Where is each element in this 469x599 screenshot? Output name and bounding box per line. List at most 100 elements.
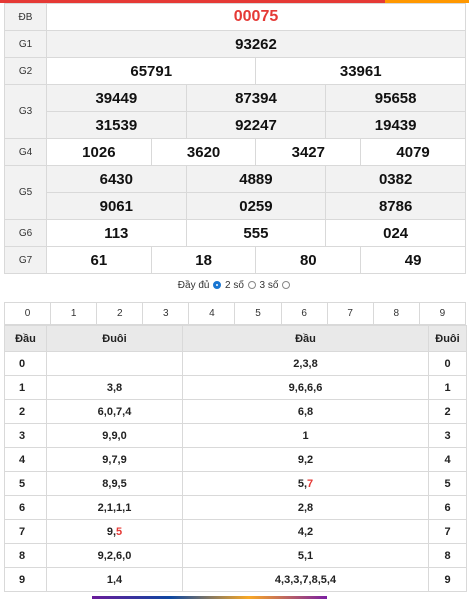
digit-filter-7[interactable]: 7: [326, 302, 374, 325]
table-row: 8 9,2,6,0 5,1 8: [4, 543, 467, 568]
dau-values: 2,3,8: [182, 351, 429, 376]
special-prize-value: 00075: [46, 3, 466, 31]
digit-filter-2[interactable]: 2: [96, 302, 144, 325]
row-digit-right: 5: [428, 471, 467, 496]
row-g5-b: 9061 0259 8786: [5, 192, 466, 220]
prize-label-g3: G3: [4, 84, 47, 139]
duoi-values: 6,0,7,4: [46, 399, 183, 424]
g3-value-1: 39449: [46, 84, 187, 112]
g1-value: 93262: [46, 30, 466, 58]
row-digit-right: 3: [428, 423, 467, 448]
row-digit-right: 0: [428, 351, 467, 376]
g7-value-3: 80: [255, 246, 362, 274]
row-g2: G2 65791 33961: [4, 57, 466, 85]
header-duoi-right: Đuôi: [428, 325, 467, 352]
radio-two[interactable]: [247, 281, 256, 289]
g2-value-2: 33961: [255, 57, 466, 85]
digit-filter-6[interactable]: 6: [280, 302, 328, 325]
row-g5-a: G5 6430 4889 0382: [4, 165, 466, 220]
option-full-label: Đầy đủ: [177, 280, 210, 291]
g6-value-1: 113: [46, 219, 187, 247]
results-table: ĐB 00075 G1 93262 G2 65791 33961 G3 3944…: [4, 3, 466, 274]
row-digit-left: 3: [4, 423, 47, 448]
highlight-value: 5: [116, 525, 123, 538]
header-dau-left: Đầu: [4, 325, 47, 352]
row-g4: G4 1026 3620 3427 4079: [4, 138, 466, 166]
g5-value-4: 9061: [46, 192, 187, 220]
digit-filter-1[interactable]: 1: [50, 302, 98, 325]
digit-filter-3[interactable]: 3: [142, 302, 190, 325]
row-g1: G1 93262: [4, 30, 466, 58]
prize-label-db: ĐB: [4, 3, 47, 31]
row-digit-right: 2: [428, 399, 467, 424]
radio-three[interactable]: [282, 281, 291, 289]
digit-filter-9[interactable]: 9: [418, 302, 467, 325]
prize-label-g6: G6: [4, 219, 47, 247]
row-digit-left: 7: [4, 519, 47, 544]
duoi-values: 9,5: [46, 519, 183, 544]
row-digit-left: 4: [4, 447, 47, 472]
g4-value-4: 4079: [360, 138, 466, 166]
duoi-values: 2,1,1,1: [46, 495, 183, 520]
digit-filter-5[interactable]: 5: [234, 302, 282, 325]
duoi-values: 1,4: [46, 567, 183, 592]
option-three-label: 3 số: [259, 280, 279, 291]
prize-label-g2: G2: [4, 57, 47, 85]
g5-value-2: 4889: [185, 165, 327, 193]
digit-filter-0[interactable]: 0: [3, 302, 52, 325]
row-digit-left: 2: [4, 399, 47, 424]
g3-value-5: 92247: [185, 111, 327, 139]
row-digit-right: 7: [428, 519, 467, 544]
prize-label-g5: G5: [4, 165, 47, 220]
g7-value-4: 49: [360, 246, 466, 274]
row-digit-left: 6: [4, 495, 47, 520]
row-g6: G6 113 555 024: [4, 219, 466, 247]
table-row: 4 9,7,9 9,2 4: [4, 447, 467, 472]
prize-label-g7: G7: [4, 246, 47, 274]
row-digit-left: 5: [4, 471, 47, 496]
g5-value-5: 0259: [185, 192, 327, 220]
dau-values: 6,8: [182, 399, 429, 424]
g2-value-1: 65791: [45, 57, 257, 85]
option-two-label: 2 số: [225, 280, 244, 291]
row-digit-right: 1: [428, 375, 467, 400]
display-options: Đầy đủ 2 số 3 số: [0, 280, 469, 291]
row-digit-right: 4: [428, 447, 467, 472]
digit-filter: 0 1 2 3 4 5 6 7 8 9: [3, 302, 467, 325]
prize-label-g1: G1: [4, 30, 47, 58]
header-dau-right: Đầu: [182, 325, 429, 352]
dau-values: 9,2: [182, 447, 429, 472]
dau-values: 1: [182, 423, 429, 448]
row-g3-a: G3 39449 87394 95658: [4, 84, 466, 139]
g6-value-2: 555: [185, 219, 327, 247]
g7-value-1: 61: [46, 246, 152, 274]
table-row: 7 9,5 4,2 7: [4, 519, 467, 544]
digit-filter-8[interactable]: 8: [372, 302, 420, 325]
g4-value-1: 1026: [46, 138, 152, 166]
dau-values: 9,6,6,6: [182, 375, 429, 400]
g3-value-6: 19439: [325, 111, 466, 139]
duoi-values: 9,7,9: [46, 447, 183, 472]
g4-value-2: 3620: [150, 138, 257, 166]
duoi-values: 3,8: [46, 375, 183, 400]
g3-value-4: 31539: [46, 111, 187, 139]
header-duoi-left: Đuôi: [46, 325, 183, 352]
table-row: 9 1,4 4,3,3,7,8,5,4 9: [4, 567, 467, 592]
row-digit-right: 9: [428, 567, 467, 592]
dau-values: 5,7: [182, 471, 429, 496]
g5-value-3: 0382: [325, 165, 466, 193]
table-row: 0 2,3,8 0: [4, 351, 467, 376]
dau-value-text: 5,: [297, 477, 308, 490]
digit-filter-4[interactable]: 4: [188, 302, 236, 325]
row-digit-left: 8: [4, 543, 47, 568]
g5-value-6: 8786: [325, 192, 466, 220]
g5-value-1: 6430: [46, 165, 187, 193]
duoi-value-text: 9,: [106, 525, 117, 538]
highlight-value: 7: [307, 477, 314, 490]
row-digit-left: 1: [4, 375, 47, 400]
dau-duoi-table: Đầu Đuôi Đầu Đuôi 0 2,3,8 0 1 3,8 9,6,6,…: [4, 325, 467, 592]
g4-value-3: 3427: [255, 138, 362, 166]
dau-values: 5,1: [182, 543, 429, 568]
row-g3-b: 31539 92247 19439: [5, 111, 466, 139]
radio-full[interactable]: [213, 281, 222, 289]
